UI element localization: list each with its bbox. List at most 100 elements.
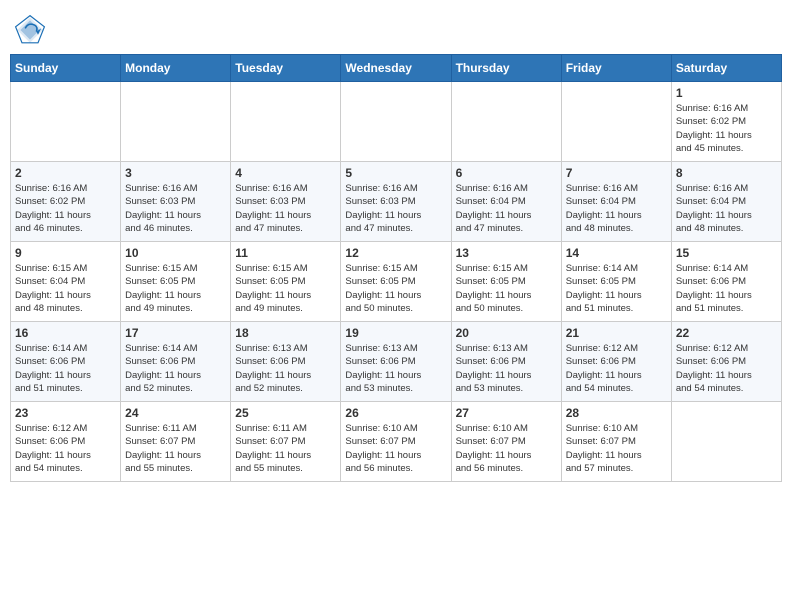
day-info: Sunrise: 6:13 AM Sunset: 6:06 PM Dayligh… [345, 342, 446, 395]
calendar-cell: 13 Sunrise: 6:15 AM Sunset: 6:05 PM Dayli… [451, 242, 561, 322]
day-info: Sunrise: 6:16 AM Sunset: 6:04 PM Dayligh… [456, 182, 557, 235]
calendar-cell: 23 Sunrise: 6:12 AM Sunset: 6:06 PM Dayli… [11, 402, 121, 482]
day-number: 13 [456, 246, 557, 260]
day-info: Sunrise: 6:12 AM Sunset: 6:06 PM Dayligh… [566, 342, 667, 395]
week-row-2: 9 Sunrise: 6:15 AM Sunset: 6:04 PM Daylig… [11, 242, 782, 322]
day-info: Sunrise: 6:16 AM Sunset: 6:02 PM Dayligh… [15, 182, 116, 235]
weekday-header-wednesday: Wednesday [341, 55, 451, 82]
calendar-cell: 11 Sunrise: 6:15 AM Sunset: 6:05 PM Dayli… [231, 242, 341, 322]
logo [14, 14, 50, 46]
day-info: Sunrise: 6:15 AM Sunset: 6:05 PM Dayligh… [235, 262, 336, 315]
calendar-cell: 10 Sunrise: 6:15 AM Sunset: 6:05 PM Dayli… [121, 242, 231, 322]
day-number: 1 [676, 86, 777, 100]
day-number: 12 [345, 246, 446, 260]
day-info: Sunrise: 6:16 AM Sunset: 6:04 PM Dayligh… [676, 182, 777, 235]
calendar-cell: 24 Sunrise: 6:11 AM Sunset: 6:07 PM Dayli… [121, 402, 231, 482]
day-number: 9 [15, 246, 116, 260]
day-info: Sunrise: 6:14 AM Sunset: 6:06 PM Dayligh… [15, 342, 116, 395]
week-row-4: 23 Sunrise: 6:12 AM Sunset: 6:06 PM Dayli… [11, 402, 782, 482]
calendar-cell: 21Sunrise: 6:12 AM Sunset: 6:06 PM Dayli… [561, 322, 671, 402]
week-row-1: 2 Sunrise: 6:16 AM Sunset: 6:02 PM Daylig… [11, 162, 782, 242]
calendar-header: SundayMondayTuesdayWednesdayThursdayFrid… [11, 55, 782, 82]
day-number: 10 [125, 246, 226, 260]
calendar-cell: 2 Sunrise: 6:16 AM Sunset: 6:02 PM Daylig… [11, 162, 121, 242]
calendar-cell: 15Sunrise: 6:14 AM Sunset: 6:06 PM Dayli… [671, 242, 781, 322]
day-number: 4 [235, 166, 336, 180]
day-number: 3 [125, 166, 226, 180]
day-number: 23 [15, 406, 116, 420]
weekday-header-saturday: Saturday [671, 55, 781, 82]
week-row-3: 16Sunrise: 6:14 AM Sunset: 6:06 PM Dayli… [11, 322, 782, 402]
calendar-cell: 7Sunrise: 6:16 AM Sunset: 6:04 PM Daylig… [561, 162, 671, 242]
day-number: 19 [345, 326, 446, 340]
calendar-cell: 1 Sunrise: 6:16 AM Sunset: 6:02 PM Daylig… [671, 82, 781, 162]
day-info: Sunrise: 6:11 AM Sunset: 6:07 PM Dayligh… [235, 422, 336, 475]
calendar-cell: 18 Sunrise: 6:13 AM Sunset: 6:06 PM Dayli… [231, 322, 341, 402]
day-info: Sunrise: 6:10 AM Sunset: 6:07 PM Dayligh… [566, 422, 667, 475]
day-number: 14 [566, 246, 667, 260]
calendar-cell: 19 Sunrise: 6:13 AM Sunset: 6:06 PM Dayli… [341, 322, 451, 402]
calendar-cell: 9 Sunrise: 6:15 AM Sunset: 6:04 PM Daylig… [11, 242, 121, 322]
day-info: Sunrise: 6:15 AM Sunset: 6:05 PM Dayligh… [456, 262, 557, 315]
day-info: Sunrise: 6:15 AM Sunset: 6:04 PM Dayligh… [15, 262, 116, 315]
day-number: 25 [235, 406, 336, 420]
day-info: Sunrise: 6:14 AM Sunset: 6:05 PM Dayligh… [566, 262, 667, 315]
weekday-header-sunday: Sunday [11, 55, 121, 82]
day-info: Sunrise: 6:13 AM Sunset: 6:06 PM Dayligh… [235, 342, 336, 395]
day-number: 28 [566, 406, 667, 420]
day-info: Sunrise: 6:12 AM Sunset: 6:06 PM Dayligh… [676, 342, 777, 395]
day-number: 22 [676, 326, 777, 340]
calendar-cell [11, 82, 121, 162]
day-number: 6 [456, 166, 557, 180]
day-info: Sunrise: 6:12 AM Sunset: 6:06 PM Dayligh… [15, 422, 116, 475]
calendar-cell: 22 Sunrise: 6:12 AM Sunset: 6:06 PM Dayli… [671, 322, 781, 402]
calendar-cell [561, 82, 671, 162]
calendar-cell: 3 Sunrise: 6:16 AM Sunset: 6:03 PM Daylig… [121, 162, 231, 242]
calendar-cell: 28 Sunrise: 6:10 AM Sunset: 6:07 PM Dayli… [561, 402, 671, 482]
calendar-cell: 12Sunrise: 6:15 AM Sunset: 6:05 PM Dayli… [341, 242, 451, 322]
day-number: 15 [676, 246, 777, 260]
week-row-0: 1 Sunrise: 6:16 AM Sunset: 6:02 PM Daylig… [11, 82, 782, 162]
day-info: Sunrise: 6:11 AM Sunset: 6:07 PM Dayligh… [125, 422, 226, 475]
day-info: Sunrise: 6:10 AM Sunset: 6:07 PM Dayligh… [345, 422, 446, 475]
day-number: 2 [15, 166, 116, 180]
page-header [10, 10, 782, 46]
calendar-cell [671, 402, 781, 482]
weekday-header-friday: Friday [561, 55, 671, 82]
day-info: Sunrise: 6:16 AM Sunset: 6:04 PM Dayligh… [566, 182, 667, 235]
calendar-cell: 20Sunrise: 6:13 AM Sunset: 6:06 PM Dayli… [451, 322, 561, 402]
day-number: 11 [235, 246, 336, 260]
calendar-cell: 8 Sunrise: 6:16 AM Sunset: 6:04 PM Daylig… [671, 162, 781, 242]
calendar-cell [231, 82, 341, 162]
day-info: Sunrise: 6:14 AM Sunset: 6:06 PM Dayligh… [125, 342, 226, 395]
day-number: 20 [456, 326, 557, 340]
calendar-cell: 25 Sunrise: 6:11 AM Sunset: 6:07 PM Dayli… [231, 402, 341, 482]
weekday-header-row: SundayMondayTuesdayWednesdayThursdayFrid… [11, 55, 782, 82]
weekday-header-monday: Monday [121, 55, 231, 82]
day-number: 5 [345, 166, 446, 180]
day-info: Sunrise: 6:16 AM Sunset: 6:02 PM Dayligh… [676, 102, 777, 155]
day-number: 18 [235, 326, 336, 340]
calendar-cell: 14 Sunrise: 6:14 AM Sunset: 6:05 PM Dayli… [561, 242, 671, 322]
day-info: Sunrise: 6:16 AM Sunset: 6:03 PM Dayligh… [345, 182, 446, 235]
calendar-cell [341, 82, 451, 162]
calendar-cell [121, 82, 231, 162]
day-info: Sunrise: 6:10 AM Sunset: 6:07 PM Dayligh… [456, 422, 557, 475]
day-info: Sunrise: 6:15 AM Sunset: 6:05 PM Dayligh… [125, 262, 226, 315]
calendar-cell [451, 82, 561, 162]
calendar-table: SundayMondayTuesdayWednesdayThursdayFrid… [10, 54, 782, 482]
calendar-cell: 27 Sunrise: 6:10 AM Sunset: 6:07 PM Dayli… [451, 402, 561, 482]
calendar-cell: 17Sunrise: 6:14 AM Sunset: 6:06 PM Dayli… [121, 322, 231, 402]
calendar-cell: 26 Sunrise: 6:10 AM Sunset: 6:07 PM Dayli… [341, 402, 451, 482]
calendar-body: 1 Sunrise: 6:16 AM Sunset: 6:02 PM Daylig… [11, 82, 782, 482]
day-number: 24 [125, 406, 226, 420]
day-number: 27 [456, 406, 557, 420]
logo-icon [14, 14, 46, 46]
calendar-cell: 16Sunrise: 6:14 AM Sunset: 6:06 PM Dayli… [11, 322, 121, 402]
calendar-cell: 4 Sunrise: 6:16 AM Sunset: 6:03 PM Daylig… [231, 162, 341, 242]
day-number: 26 [345, 406, 446, 420]
day-number: 8 [676, 166, 777, 180]
weekday-header-thursday: Thursday [451, 55, 561, 82]
day-info: Sunrise: 6:16 AM Sunset: 6:03 PM Dayligh… [235, 182, 336, 235]
day-info: Sunrise: 6:16 AM Sunset: 6:03 PM Dayligh… [125, 182, 226, 235]
